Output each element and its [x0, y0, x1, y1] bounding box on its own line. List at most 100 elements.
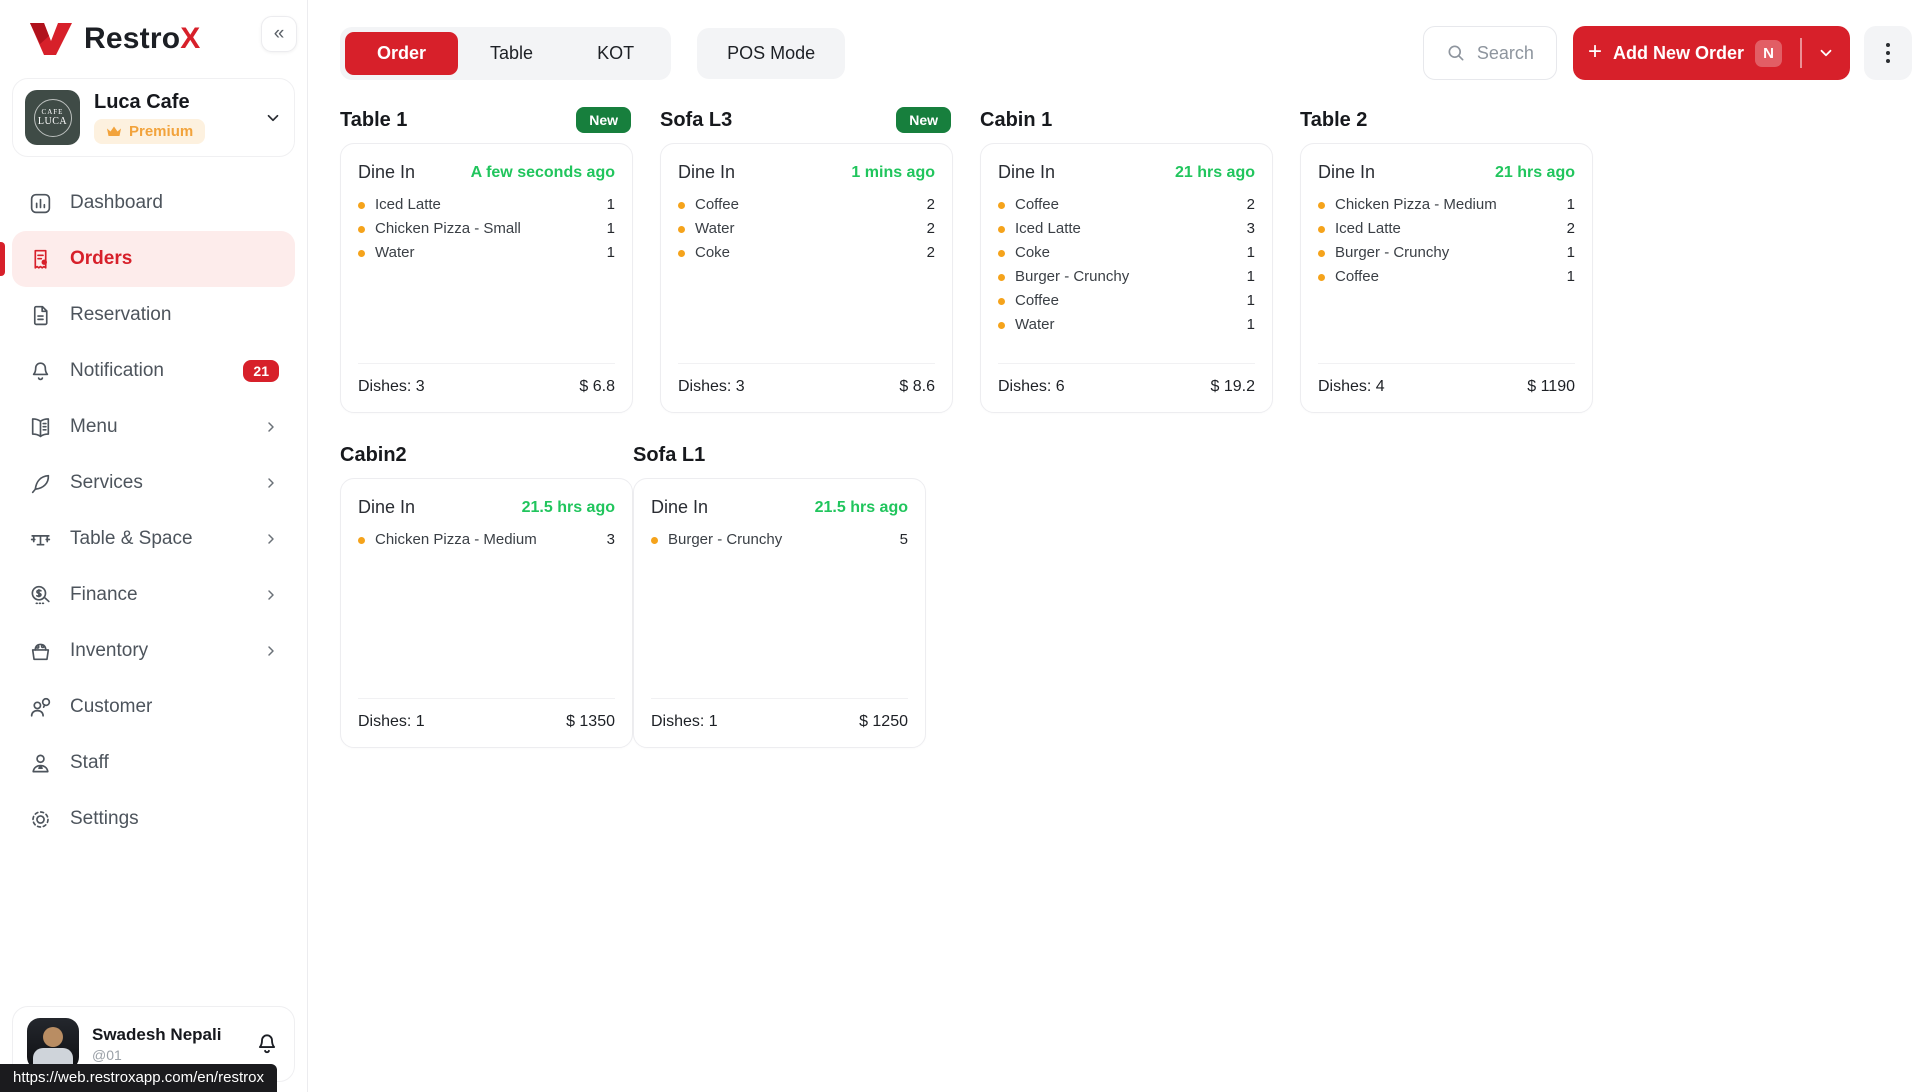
sidebar-collapse-button[interactable]: « [261, 16, 297, 52]
bell-icon[interactable] [254, 1031, 280, 1057]
order-location-title: Sofa L1 [633, 444, 705, 467]
sidebar-item-dashboard[interactable]: Dashboard [12, 175, 295, 231]
order-item: Iced Latte1 [358, 193, 615, 217]
order-item: Iced Latte2 [1318, 217, 1575, 241]
sidebar-item-orders[interactable]: Orders [12, 231, 295, 287]
order-item: Burger - Crunchy1 [998, 265, 1255, 289]
order-item: Coffee1 [1318, 265, 1575, 289]
table-space-icon [28, 526, 54, 552]
order-location-title: Table 1 [340, 109, 407, 132]
more-options-button[interactable] [1864, 26, 1912, 80]
view-tab-group: Order Table KOT [340, 27, 671, 80]
order-time: 21.5 hrs ago [815, 499, 908, 517]
menu-icon [28, 414, 54, 440]
pos-mode-button[interactable]: POS Mode [697, 28, 845, 79]
tab-table[interactable]: Table [458, 32, 565, 75]
order-card[interactable]: Dine In A few seconds ago Iced Latte1 Ch… [340, 143, 633, 413]
user-handle: @01 [92, 1047, 221, 1063]
sidebar-item-table-space[interactable]: Table & Space [12, 511, 295, 567]
restaurant-name: Luca Cafe [94, 91, 205, 114]
item-dot [358, 202, 365, 209]
chevron-right-icon [263, 587, 279, 603]
order-time: 1 mins ago [851, 164, 935, 182]
order-card[interactable]: Dine In 21.5 hrs ago Chicken Pizza - Med… [340, 478, 633, 748]
dishes-count: Dishes: 3 [678, 378, 745, 396]
order-card[interactable]: Dine In 21.5 hrs ago Burger - Crunchy5 D… [633, 478, 926, 748]
chevron-right-icon [263, 419, 279, 435]
order-item: Water1 [358, 241, 615, 265]
sidebar-item-services[interactable]: Services [12, 455, 295, 511]
chevron-right-icon [263, 643, 279, 659]
order-item: Coffee2 [998, 193, 1255, 217]
brand-name: RestroX [84, 22, 200, 56]
order-type: Dine In [358, 497, 415, 518]
restrox-logo: RestroX [28, 20, 287, 58]
inventory-icon [28, 638, 54, 664]
sidebar-item-finance[interactable]: Finance [12, 567, 295, 623]
add-new-order-button[interactable]: + Add New Order N [1573, 26, 1850, 80]
chevron-down-icon[interactable] [1817, 44, 1835, 62]
topbar: Order Table KOT POS Mode Search + Add Ne… [340, 26, 1912, 80]
order-item: Coke1 [998, 241, 1255, 265]
kebab-icon [1886, 43, 1890, 47]
orders-page: Order Table KOT POS Mode Search + Add Ne… [308, 0, 1920, 775]
order-total: $ 1250 [859, 713, 908, 731]
order-total: $ 19.2 [1211, 378, 1255, 396]
services-icon [28, 470, 54, 496]
dishes-count: Dishes: 1 [358, 713, 425, 731]
chevron-right-icon [263, 531, 279, 547]
order-card[interactable]: Dine In 1 mins ago Coffee2 Water2 Coke2 … [660, 143, 953, 413]
notification-count-badge: 21 [243, 360, 279, 382]
button-divider [1800, 38, 1802, 68]
order-total: $ 1190 [1527, 378, 1575, 396]
order-time: 21.5 hrs ago [522, 499, 615, 517]
user-name: Swadesh Nepali [92, 1025, 221, 1045]
sidebar-item-customer[interactable]: Customer [12, 679, 295, 735]
order-location-title: Cabin 1 [980, 109, 1052, 132]
sidebar-item-staff[interactable]: Staff [12, 735, 295, 791]
order-item: Chicken Pizza - Small1 [358, 217, 615, 241]
plus-icon: + [1588, 40, 1602, 64]
sidebar-item-settings[interactable]: Settings [12, 791, 295, 847]
crown-icon [106, 125, 122, 138]
dishes-count: Dishes: 4 [1318, 378, 1385, 396]
order-location-title: Sofa L3 [660, 109, 732, 132]
order-type: Dine In [358, 162, 415, 183]
dashboard-icon [28, 190, 54, 216]
order-item: Chicken Pizza - Medium3 [358, 528, 615, 552]
sidebar: RestroX « CAFE LUCA Luca Cafe Premium D [0, 0, 308, 1092]
link-preview-statusbar: https://web.restroxapp.com/en/restrox [0, 1064, 277, 1092]
order-item: Burger - Crunchy1 [1318, 241, 1575, 265]
order-location-title: Table 2 [1300, 109, 1367, 132]
dishes-count: Dishes: 6 [998, 378, 1065, 396]
sidebar-item-inventory[interactable]: Inventory [12, 623, 295, 679]
restaurant-switcher[interactable]: CAFE LUCA Luca Cafe Premium [12, 78, 295, 157]
order-type: Dine In [678, 162, 735, 183]
restrox-logo-icon [28, 20, 74, 58]
restaurant-avatar-text: CAFE [42, 108, 64, 116]
new-order-badge: New [576, 107, 631, 133]
restaurant-avatar: CAFE LUCA [25, 90, 80, 145]
order-type: Dine In [1318, 162, 1375, 183]
order-card[interactable]: Dine In 21 hrs ago Chicken Pizza - Mediu… [1300, 143, 1593, 413]
orders-icon [28, 246, 54, 272]
new-order-badge: New [896, 107, 951, 133]
order-type: Dine In [651, 497, 708, 518]
reservation-icon [28, 302, 54, 328]
order-item: Chicken Pizza - Medium1 [1318, 193, 1575, 217]
order-item: Coffee1 [998, 289, 1255, 313]
order-card[interactable]: Dine In 21 hrs ago Coffee2 Iced Latte3 C… [980, 143, 1273, 413]
order-location-title: Cabin2 [340, 444, 407, 467]
finance-icon [28, 582, 54, 608]
tab-kot[interactable]: KOT [565, 32, 666, 75]
settings-icon [28, 806, 54, 832]
order-time: 21 hrs ago [1175, 164, 1255, 182]
order-total: $ 1350 [566, 713, 615, 731]
sidebar-item-reservation[interactable]: Reservation [12, 287, 295, 343]
tab-order[interactable]: Order [345, 32, 458, 75]
sidebar-item-notification[interactable]: Notification 21 [12, 343, 295, 399]
order-total: $ 8.6 [899, 378, 935, 396]
search-button[interactable]: Search [1423, 26, 1557, 80]
user-avatar [27, 1018, 79, 1070]
sidebar-item-menu[interactable]: Menu [12, 399, 295, 455]
